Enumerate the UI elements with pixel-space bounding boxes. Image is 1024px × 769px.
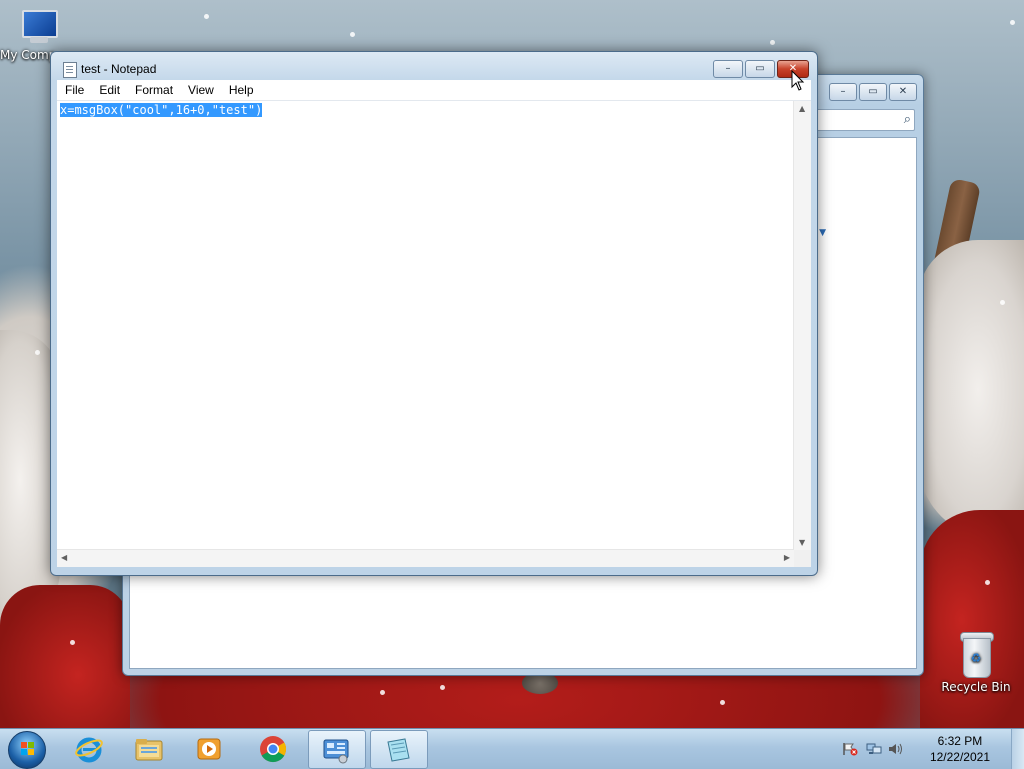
window-title: test - Notepad — [81, 62, 157, 76]
scroll-right-arrow-icon[interactable]: ▶ — [784, 553, 790, 562]
taskbar-file-explorer[interactable] — [122, 730, 178, 767]
maximize-button[interactable]: ▭ — [745, 60, 775, 78]
search-icon[interactable]: ⌕ — [904, 112, 911, 127]
control-panel-icon — [321, 736, 351, 764]
chrome-icon — [258, 735, 288, 763]
taskbar: 6:32 PM 12/22/2021 — [0, 728, 1024, 769]
volume-icon[interactable] — [888, 742, 904, 756]
notepad-icon — [383, 736, 413, 764]
menu-bar: File Edit Format View Help — [57, 80, 811, 100]
caption-buttons: – ▭ ✕ — [829, 83, 917, 101]
file-explorer-icon — [134, 735, 164, 763]
snowflake — [380, 690, 385, 695]
taskbar-media-player[interactable] — [182, 730, 238, 767]
desktop-icon-recycle-bin[interactable]: ♻ Recycle Bin — [938, 632, 1014, 694]
snowflake — [35, 350, 40, 355]
snowflake — [440, 685, 445, 690]
snowflake — [720, 700, 725, 705]
desktop-icon-label: Recycle Bin — [941, 680, 1011, 694]
recycle-bin-icon: ♻ — [959, 632, 994, 678]
chevron-down-icon[interactable]: ▼ — [819, 228, 826, 238]
clock-date: 12/22/2021 — [929, 750, 990, 764]
wallpaper-coat — [920, 510, 1024, 728]
clock[interactable]: 6:32 PM 12/22/2021 — [930, 733, 990, 765]
size-grip[interactable] — [794, 550, 811, 567]
vertical-scrollbar[interactable]: ▲ ▼ — [793, 101, 811, 550]
scroll-up-arrow-icon[interactable]: ▲ — [799, 104, 805, 113]
show-desktop-button[interactable] — [1011, 729, 1024, 769]
editor-text[interactable]: x=msgBox("cool",16+0,"test") — [60, 103, 263, 117]
start-button[interactable] — [4, 730, 48, 769]
clock-time: 6:32 PM — [937, 734, 983, 748]
snowflake — [204, 14, 209, 19]
notepad-icon — [63, 62, 77, 78]
taskbar-chrome[interactable] — [246, 730, 302, 767]
menu-help[interactable]: Help — [221, 80, 261, 100]
menu-format[interactable]: Format — [127, 80, 180, 100]
snowflake — [985, 580, 990, 585]
minimize-button[interactable]: – — [713, 60, 743, 78]
system-tray: 6:32 PM 12/22/2021 — [842, 729, 1012, 769]
scroll-left-arrow-icon[interactable]: ◀ — [61, 553, 67, 562]
wallpaper-coat — [0, 585, 130, 728]
scroll-down-arrow-icon[interactable]: ▼ — [799, 538, 805, 547]
selected-text[interactable]: x=msgBox("cool",16+0,"test") — [60, 103, 263, 117]
snowflake — [770, 40, 775, 45]
snowflake — [70, 640, 75, 645]
start-orb-icon — [8, 731, 46, 769]
taskbar-control-panel[interactable] — [308, 730, 366, 769]
snowflake — [350, 32, 355, 37]
menu-file[interactable]: File — [57, 80, 91, 100]
minimize-button[interactable]: – — [829, 83, 857, 101]
taskbar-internet-explorer[interactable] — [62, 730, 118, 767]
network-icon[interactable] — [866, 742, 882, 756]
text-editor[interactable]: x=msgBox("cool",16+0,"test") ▲ ▼ ◀ ▶ — [57, 100, 811, 567]
menu-view[interactable]: View — [180, 80, 221, 100]
snowflake — [1000, 300, 1005, 305]
notepad-window[interactable]: test - Notepad – ▭ ✕ File Edit Format Vi… — [50, 51, 818, 576]
action-center-flag-icon[interactable] — [842, 742, 858, 756]
internet-explorer-icon — [74, 735, 104, 763]
wallpaper-fur — [918, 240, 1024, 540]
close-button[interactable]: ✕ — [889, 83, 917, 101]
maximize-button[interactable]: ▭ — [859, 83, 887, 101]
menu-edit[interactable]: Edit — [91, 80, 127, 100]
snowflake — [1010, 20, 1015, 25]
horizontal-scrollbar[interactable]: ◀ ▶ — [57, 549, 794, 567]
media-player-icon — [194, 735, 224, 763]
search-input[interactable]: ⌕ — [813, 109, 915, 131]
computer-icon — [18, 10, 58, 46]
taskbar-notepad[interactable] — [370, 730, 428, 769]
